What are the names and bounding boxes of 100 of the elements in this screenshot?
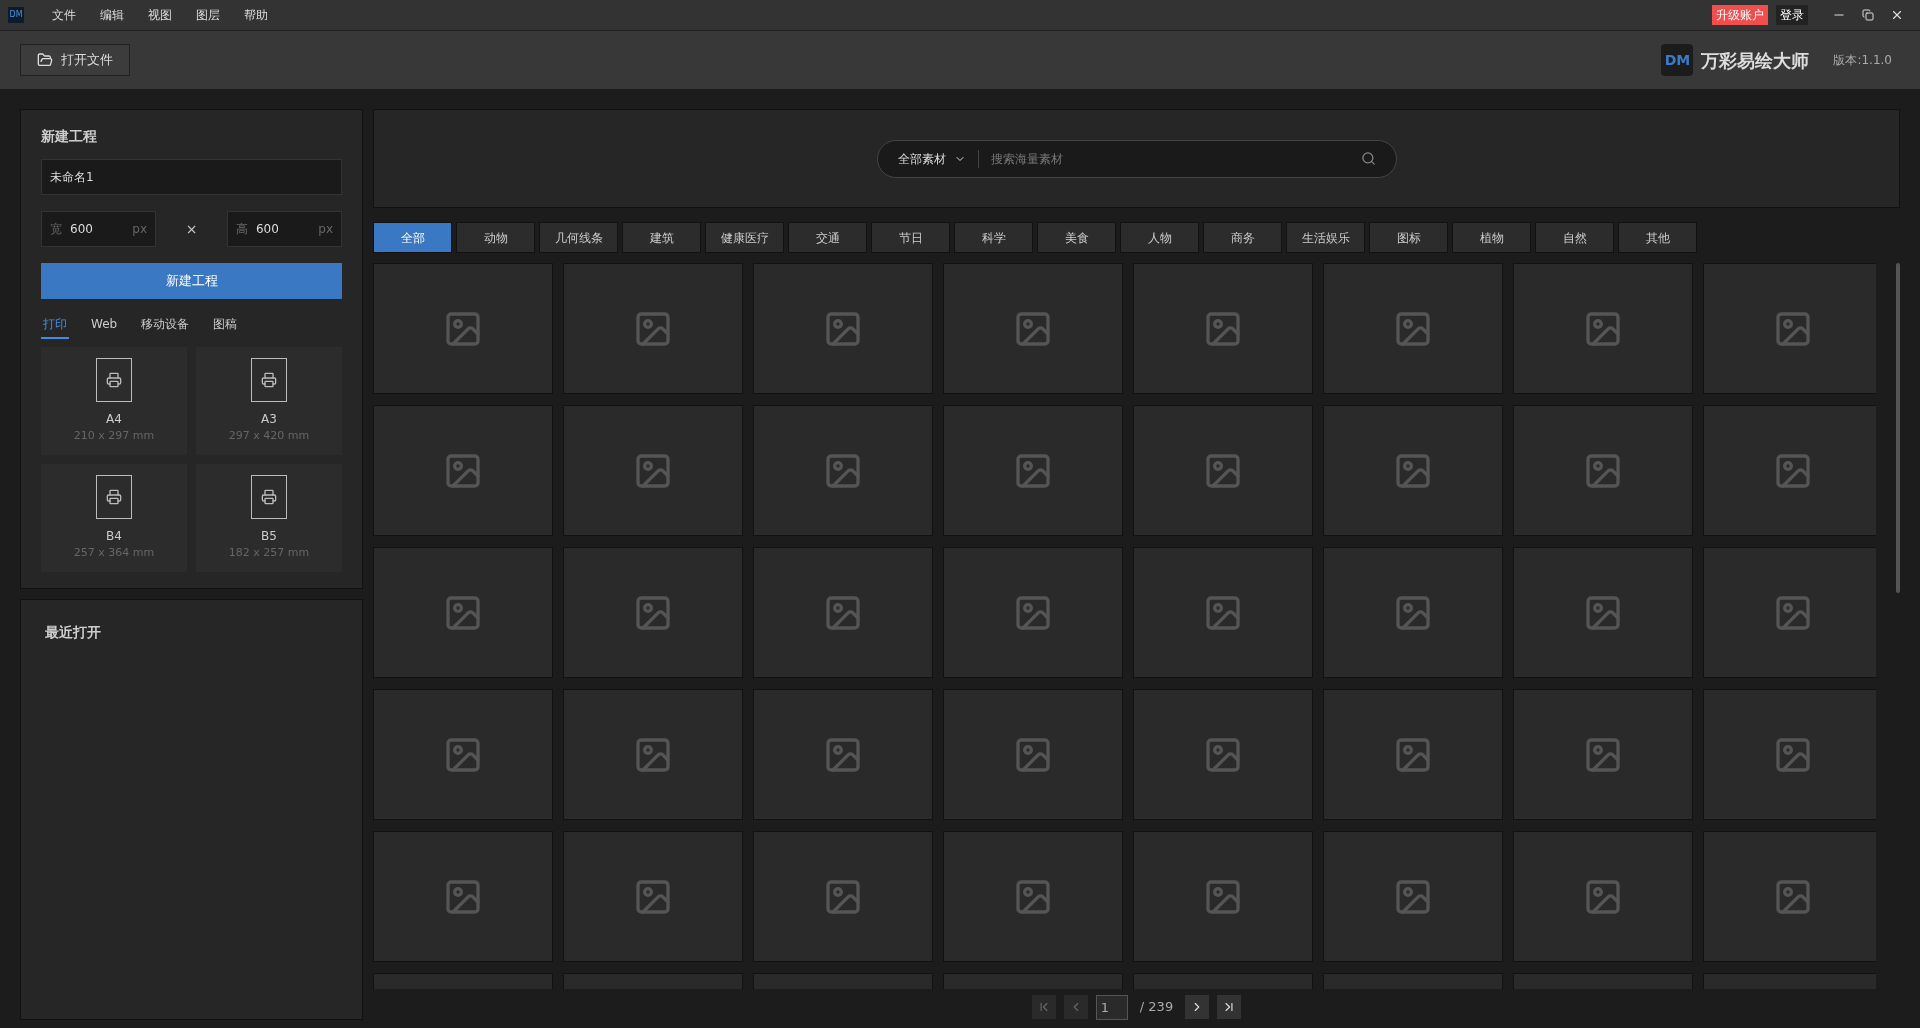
clipart-thumbnail[interactable] [563, 263, 743, 394]
clipart-thumbnail[interactable] [1133, 263, 1313, 394]
preset-name: B4 [106, 527, 122, 545]
clipart-thumbnail[interactable] [1323, 547, 1503, 678]
width-field[interactable]: 宽 600 px [41, 211, 156, 247]
printer-page-icon [251, 474, 287, 519]
clipart-thumbnail[interactable] [943, 689, 1123, 820]
clipart-thumbnail[interactable] [373, 689, 553, 820]
category-tab[interactable]: 生活娱乐 [1286, 222, 1365, 253]
category-tab[interactable]: 几何线条 [539, 222, 618, 253]
clipart-thumbnail[interactable] [1703, 547, 1876, 678]
clipart-thumbnail[interactable] [943, 405, 1123, 536]
clipart-thumbnail[interactable] [943, 547, 1123, 678]
clipart-thumbnail[interactable] [373, 263, 553, 394]
clipart-thumbnail[interactable] [1323, 831, 1503, 962]
page-total: / 239 [1139, 998, 1174, 1017]
category-tab[interactable]: 人物 [1120, 222, 1199, 253]
category-tab[interactable]: 自然 [1535, 222, 1614, 253]
width-label: 宽 [50, 221, 62, 238]
clipart-thumbnail[interactable] [1323, 405, 1503, 536]
clipart-thumbnail[interactable] [1513, 831, 1693, 962]
clipart-thumbnail[interactable] [563, 547, 743, 678]
height-field[interactable]: 高 600 px [227, 211, 342, 247]
width-value: 600 [70, 221, 94, 238]
scrollbar[interactable] [1896, 263, 1900, 593]
menu-item[interactable]: 帮助 [232, 6, 280, 24]
preset-name: A3 [261, 410, 277, 428]
preset-tab[interactable]: Web [89, 315, 120, 339]
brand-logo: DM [1661, 44, 1694, 76]
brand-name: 万彩易绘大师 [1701, 48, 1810, 73]
category-tab[interactable]: 建筑 [622, 222, 701, 253]
version-label: 版本:1.1.0 [1833, 52, 1892, 69]
clipart-thumbnail[interactable] [753, 405, 933, 536]
clipart-thumbnail[interactable] [1703, 263, 1876, 394]
category-tab[interactable]: 商务 [1203, 222, 1282, 253]
clipart-thumbnail[interactable] [1323, 689, 1503, 820]
next-page-button[interactable] [1185, 995, 1210, 1019]
category-tab[interactable]: 植物 [1452, 222, 1531, 253]
clipart-thumbnail[interactable] [753, 263, 933, 394]
clipart-thumbnail[interactable] [943, 831, 1123, 962]
printer-page-icon [96, 474, 132, 519]
restore-icon[interactable] [1862, 9, 1874, 21]
clipart-thumbnail[interactable] [753, 689, 933, 820]
menu-item[interactable]: 编辑 [88, 6, 136, 24]
category-tab[interactable]: 交通 [788, 222, 867, 253]
clipart-thumbnail[interactable] [563, 689, 743, 820]
create-project-button[interactable]: 新建工程 [41, 263, 342, 299]
search-field[interactable]: 全部素材 搜索海量素材 [876, 139, 1397, 178]
clipart-thumbnail[interactable] [373, 831, 553, 962]
open-file-button[interactable]: 打开文件 [20, 44, 130, 76]
menu-item[interactable]: 视图 [136, 6, 184, 24]
clipart-thumbnail[interactable] [1703, 405, 1876, 536]
clipart-thumbnail[interactable] [1703, 831, 1876, 962]
clipart-thumbnail[interactable] [1513, 689, 1693, 820]
printer-page-icon [96, 357, 132, 402]
clipart-thumbnail[interactable] [373, 547, 553, 678]
close-icon[interactable] [1890, 8, 1904, 22]
upgrade-button[interactable]: 升级账户 [1712, 5, 1768, 25]
preset-tab[interactable]: 图稿 [211, 315, 240, 339]
clipart-thumbnail[interactable] [1513, 405, 1693, 536]
clipart-thumbnail[interactable] [1133, 405, 1313, 536]
first-page-button[interactable] [1031, 995, 1056, 1019]
clipart-thumbnail[interactable] [373, 405, 553, 536]
category-tab[interactable]: 动物 [456, 222, 535, 253]
category-tab[interactable]: 节日 [871, 222, 950, 253]
last-page-button[interactable] [1217, 995, 1242, 1019]
login-button[interactable]: 登录 [1776, 5, 1808, 25]
clipart-thumbnail[interactable] [563, 405, 743, 536]
category-tab[interactable]: 科学 [954, 222, 1033, 253]
panel-title: 新建工程 [41, 127, 98, 146]
clipart-thumbnail[interactable] [1133, 831, 1313, 962]
clipart-thumbnail[interactable] [1513, 263, 1693, 394]
clipart-thumbnail[interactable] [1323, 263, 1503, 394]
category-tab[interactable]: 全部 [373, 222, 452, 253]
project-name-field[interactable]: 未命名1 [41, 159, 342, 195]
clipart-thumbnail[interactable] [1133, 547, 1313, 678]
clipart-thumbnail[interactable] [753, 547, 933, 678]
search-input[interactable]: 搜索海量素材 [978, 149, 1361, 168]
scope-dropdown[interactable]: 全部素材 [897, 149, 979, 168]
prev-page-button[interactable] [1063, 995, 1088, 1019]
clipart-thumbnail[interactable] [1513, 547, 1693, 678]
category-tab[interactable]: 健康医疗 [705, 222, 784, 253]
panel-title: 最近打开 [45, 624, 101, 640]
times-sign: × [185, 219, 198, 239]
menu-item[interactable]: 图层 [184, 6, 232, 24]
category-tab[interactable]: 图标 [1369, 222, 1448, 253]
category-tab[interactable]: 其他 [1618, 222, 1697, 253]
clipart-thumbnail[interactable] [563, 831, 743, 962]
search-icon[interactable] [1360, 151, 1376, 166]
clipart-thumbnail[interactable] [1703, 689, 1876, 820]
category-tab[interactable]: 美食 [1037, 222, 1116, 253]
clipart-thumbnail[interactable] [1133, 689, 1313, 820]
preset-name: A4 [106, 410, 122, 428]
preset-tab[interactable]: 打印 [41, 315, 69, 339]
preset-tab[interactable]: 移动设备 [139, 315, 192, 339]
menu-item[interactable]: 文件 [40, 6, 88, 24]
clipart-thumbnail[interactable] [943, 263, 1123, 394]
clipart-thumbnail[interactable] [753, 831, 933, 962]
height-label: 高 [236, 221, 248, 238]
page-field[interactable]: 1 [1095, 994, 1128, 1020]
